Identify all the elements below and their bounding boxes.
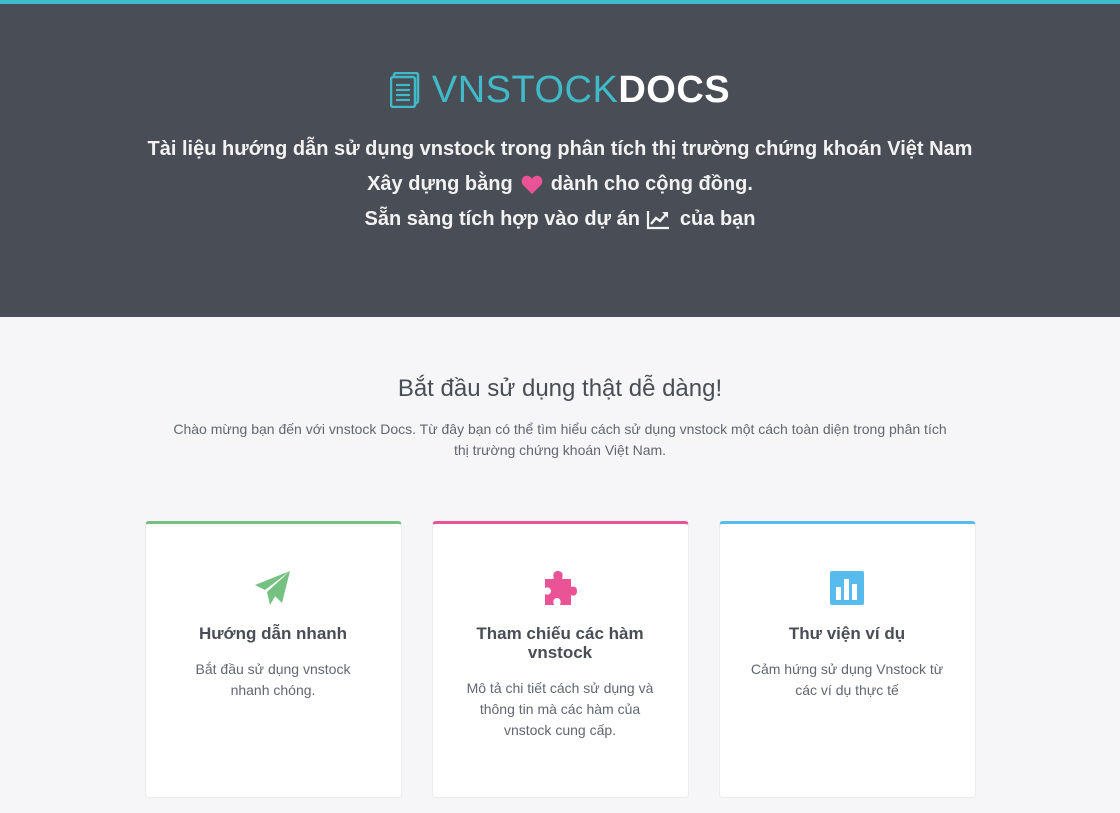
brand-name: VNSTOCK	[431, 68, 619, 111]
card-title: Tham chiếu các hàm vnstock	[476, 624, 644, 662]
intro-description: Chào mừng bạn đến với vnstock Docs. Từ đ…	[173, 421, 947, 458]
card-examples-library[interactable]: Thư viện ví dụ Cảm hứng sử dụng Vnstock …	[718, 521, 976, 798]
line-chart-icon	[646, 210, 669, 229]
heart-icon	[521, 175, 543, 194]
card-icon-wrapper	[463, 568, 658, 608]
bar-chart-icon	[830, 571, 864, 605]
tagline: Tài liệu hướng dẫn sử dụng vnstock trong…	[147, 138, 973, 160]
document-icon	[389, 72, 420, 108]
tagline-integration: Sẵn sàng tích hợp vào dự án của bạn	[0, 202, 1120, 237]
site-logo[interactable]: VNSTOCK DOCS	[0, 68, 1120, 112]
card-description: Mô tả chi tiết cách sử dụng và thông tin…	[466, 680, 654, 738]
card-description: Bắt đầu sử dụng vnstock nhanh chóng.	[195, 661, 351, 698]
card-function-reference[interactable]: Tham chiếu các hàm vnstock Mô tả chi tiế…	[431, 521, 689, 798]
card-title: Hướng dẫn nhanh	[198, 624, 348, 643]
intro-section: Bắt đầu sử dụng thật dễ dàng! Chào mừng …	[0, 317, 1120, 461]
puzzle-piece-icon	[545, 571, 577, 605]
tagline-community-end: dành cho cộng đồng.	[550, 173, 753, 195]
tagline-integration-end: của bạn	[679, 208, 756, 230]
tagline-integration-start: Sẵn sàng tích hợp vào dự án	[364, 208, 640, 230]
card-quick-start[interactable]: Hướng dẫn nhanh Bắt đầu sử dụng vnstock …	[144, 521, 402, 798]
feature-cards: Hướng dẫn nhanh Bắt đầu sử dụng vnstock …	[0, 521, 1120, 798]
card-icon-wrapper	[750, 568, 945, 608]
card-title: Thư viện ví dụ	[788, 624, 906, 643]
intro-title: Bắt đầu sử dụng thật dễ dàng!	[397, 375, 723, 402]
tagline-community-start: Xây dựng bằng	[367, 173, 513, 195]
tagline-community: Xây dựng bằng dành cho cộng đồng.	[0, 167, 1120, 202]
hero-header: VNSTOCK DOCS Tài liệu hướng dẫn sử dụng v…	[0, 4, 1120, 317]
card-icon-wrapper	[176, 568, 371, 608]
brand-suffix: DOCS	[618, 68, 731, 111]
paper-plane-icon	[255, 571, 290, 605]
card-description: Cảm hứng sử dụng Vnstock từ các ví dụ th…	[750, 661, 944, 698]
